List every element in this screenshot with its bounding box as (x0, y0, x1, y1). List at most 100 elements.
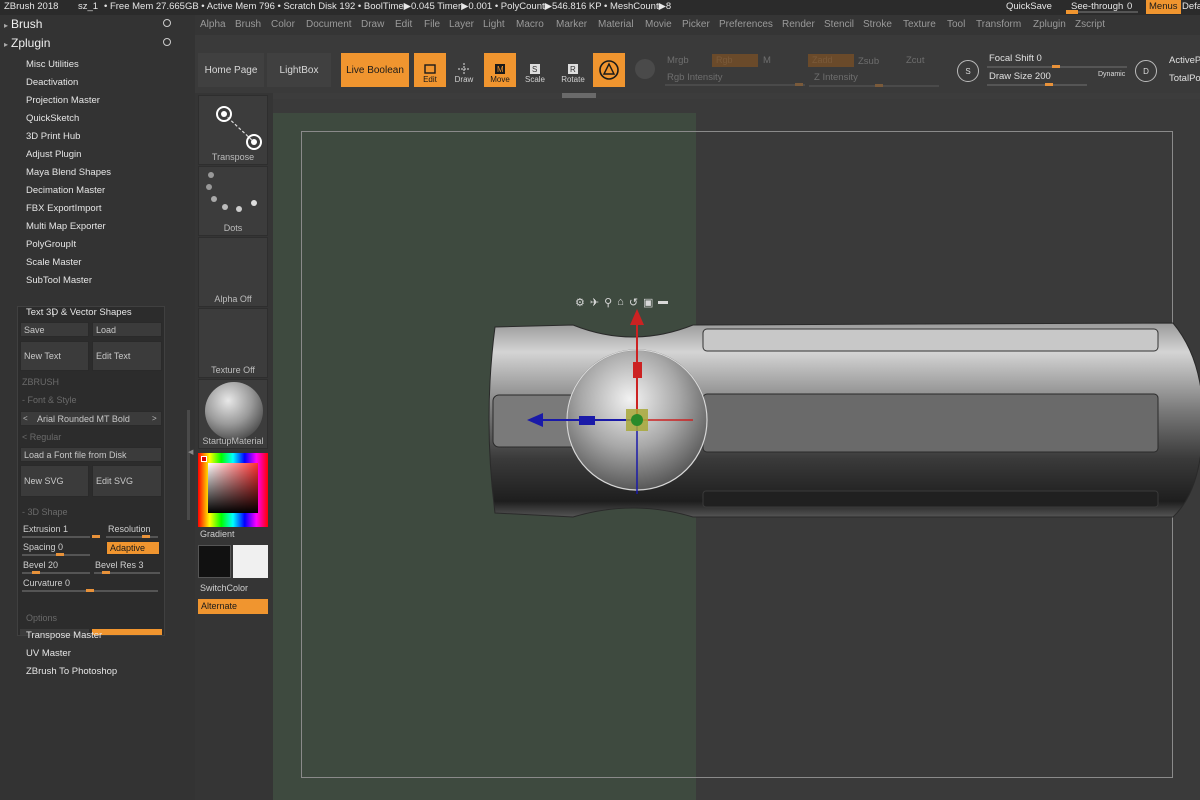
resolution-slider[interactable] (106, 536, 158, 538)
transpose-tile[interactable]: Transpose (198, 95, 268, 165)
see-through-slider-knob[interactable] (1066, 10, 1078, 14)
menu-marker[interactable]: Marker (556, 19, 587, 30)
color-picker-marker[interactable] (201, 456, 207, 462)
menu-picker[interactable]: Picker (682, 19, 710, 30)
options-section[interactable]: Options (26, 613, 57, 623)
menu-layer[interactable]: Layer (449, 19, 474, 30)
material-sphere-icon[interactable] (635, 59, 655, 79)
zplugin-item-3d-print-hub[interactable]: 3D Print Hub (26, 131, 80, 142)
extrusion-slider-knob[interactable] (92, 535, 100, 538)
menu-preferences[interactable]: Preferences (719, 19, 773, 30)
rotate-mode-button[interactable]: R Rotate (557, 53, 589, 87)
menu-stencil[interactable]: Stencil (824, 19, 854, 30)
texture-tile[interactable]: Texture Off (198, 308, 268, 378)
options-button-right[interactable] (92, 629, 162, 635)
menus-toggle[interactable]: Menus (1146, 0, 1181, 14)
quicksave-button[interactable]: QuickSave (1006, 1, 1052, 12)
secondary-color-swatch[interactable] (233, 545, 268, 578)
zplugin-item-polygroupit[interactable]: PolyGroupIt (26, 239, 76, 250)
3d-shape-section[interactable]: - 3D Shape (22, 507, 68, 517)
color-picker[interactable] (198, 453, 268, 527)
text3d-title[interactable]: Text 3D & Vector Shapes (26, 307, 132, 318)
cancel-icon[interactable] (658, 300, 669, 304)
default-script-button[interactable]: Defa (1182, 1, 1200, 12)
draw-size-dynamic-icon[interactable]: D (1135, 60, 1157, 82)
menu-stroke[interactable]: Stroke (863, 19, 892, 30)
zplugin-item-deactivation[interactable]: Deactivation (26, 77, 78, 88)
menu-document[interactable]: Document (306, 19, 352, 30)
menu-movie[interactable]: Movie (645, 19, 672, 30)
shelf-drag-handle[interactable] (562, 93, 596, 98)
reset-icon[interactable]: ↺ (629, 296, 638, 309)
draw-size-slider[interactable] (987, 84, 1087, 86)
new-text-button[interactable]: New Text (20, 341, 89, 371)
zplugin-item-uv-master[interactable]: UV Master (26, 648, 71, 659)
zplugin-palette-header[interactable]: ▸ Zplugin (4, 36, 50, 50)
material-tile[interactable]: StartupMaterial (198, 379, 268, 449)
next-font-arrow-icon[interactable]: > (152, 414, 157, 423)
brush-palette-header[interactable]: ▸ Brush (4, 17, 42, 31)
prev-font-arrow-icon[interactable]: < (23, 414, 28, 423)
zplugin-item-decimation-master[interactable]: Decimation Master (26, 185, 105, 196)
curvature-slider-knob[interactable] (86, 589, 94, 592)
brush-pin-icon[interactable] (163, 19, 171, 27)
zplugin-pin-icon[interactable] (163, 38, 171, 46)
zplugin-item-fbx-exportimport[interactable]: FBX ExportImport (26, 203, 102, 214)
zplugin-item-subtool-master[interactable]: SubTool Master (26, 275, 92, 286)
new-svg-button[interactable]: New SVG (20, 465, 89, 497)
font-style-section[interactable]: - Font & Style (22, 395, 77, 405)
resolution-slider-knob[interactable] (142, 535, 150, 538)
menu-zplugin[interactable]: Zplugin (1033, 19, 1066, 30)
zplugin-item-transpose-master[interactable]: Transpose Master (26, 630, 102, 641)
menu-brush[interactable]: Brush (235, 19, 261, 30)
save-button[interactable]: Save (20, 322, 89, 337)
gradient-toggle[interactable]: Gradient (200, 529, 235, 539)
menu-draw[interactable]: Draw (361, 19, 384, 30)
zsub-toggle[interactable]: Zsub (858, 56, 879, 67)
extrusion-slider[interactable] (22, 536, 90, 538)
font-weight-selector[interactable]: < Regular (22, 432, 61, 442)
load-button[interactable]: Load (92, 322, 162, 337)
draw-size-slider-knob[interactable] (1045, 83, 1053, 86)
font-selector[interactable]: Arial Rounded MT Bold (20, 411, 162, 426)
see-through-slider[interactable] (1066, 10, 1138, 14)
gizmo-toggle-button[interactable] (593, 53, 625, 87)
adaptive-toggle[interactable]: Adaptive (106, 541, 160, 555)
pin-icon[interactable]: ✈ (590, 296, 599, 309)
zcut-toggle[interactable]: Zcut (906, 55, 924, 66)
document-canvas[interactable]: ⚙ ✈ ⚲ ⌂ ↺ ▣ (273, 99, 1200, 800)
zplugin-item-adjust-plugin[interactable]: Adjust Plugin (26, 149, 81, 160)
menu-tool[interactable]: Tool (947, 19, 965, 30)
zadd-toggle[interactable]: Zadd (808, 54, 854, 67)
home-icon[interactable]: ⌂ (617, 296, 624, 308)
bevel-res-slider-knob[interactable] (102, 571, 110, 574)
rgb-toggle[interactable]: Rgb (712, 54, 758, 67)
color-saturation-square[interactable] (208, 463, 258, 513)
switch-color-button[interactable]: SwitchColor (200, 583, 248, 593)
gizmo-z-axis[interactable] (631, 414, 643, 426)
gear-icon[interactable]: ⚙ (575, 296, 585, 309)
collapse-tray-arrow-icon[interactable]: ◀ (188, 448, 193, 456)
spacing-slider-knob[interactable] (56, 553, 64, 556)
z-intensity-slider-knob[interactable] (875, 84, 883, 87)
menu-material[interactable]: Material (598, 19, 634, 30)
edit-svg-button[interactable]: Edit SVG (92, 465, 162, 497)
panel-scrollbar[interactable] (187, 410, 190, 520)
z-intensity-slider[interactable] (809, 85, 939, 87)
rgb-intensity-slider[interactable] (665, 84, 805, 86)
mrgb-toggle[interactable]: Mrgb (667, 55, 689, 66)
live-boolean-button[interactable]: Live Boolean (341, 53, 409, 87)
zplugin-item-quicksketch[interactable]: QuickSketch (26, 113, 79, 124)
focal-shift-icon[interactable]: S (957, 60, 979, 82)
scale-mode-button[interactable]: S Scale (519, 53, 551, 87)
lightbox-button[interactable]: LightBox (267, 53, 331, 87)
dynamic-toggle[interactable]: Dynamic (1098, 71, 1125, 78)
alternate-toggle[interactable]: Alternate (198, 599, 268, 614)
bevel-slider-knob[interactable] (32, 571, 40, 574)
edit-text-button[interactable]: Edit Text (92, 341, 162, 371)
menu-alpha[interactable]: Alpha (200, 19, 226, 30)
draw-mode-button[interactable]: Draw (448, 53, 480, 87)
menu-light[interactable]: Light (483, 19, 505, 30)
location-pin-icon[interactable]: ⚲ (604, 296, 612, 309)
rgb-intensity-slider-knob[interactable] (795, 83, 803, 86)
